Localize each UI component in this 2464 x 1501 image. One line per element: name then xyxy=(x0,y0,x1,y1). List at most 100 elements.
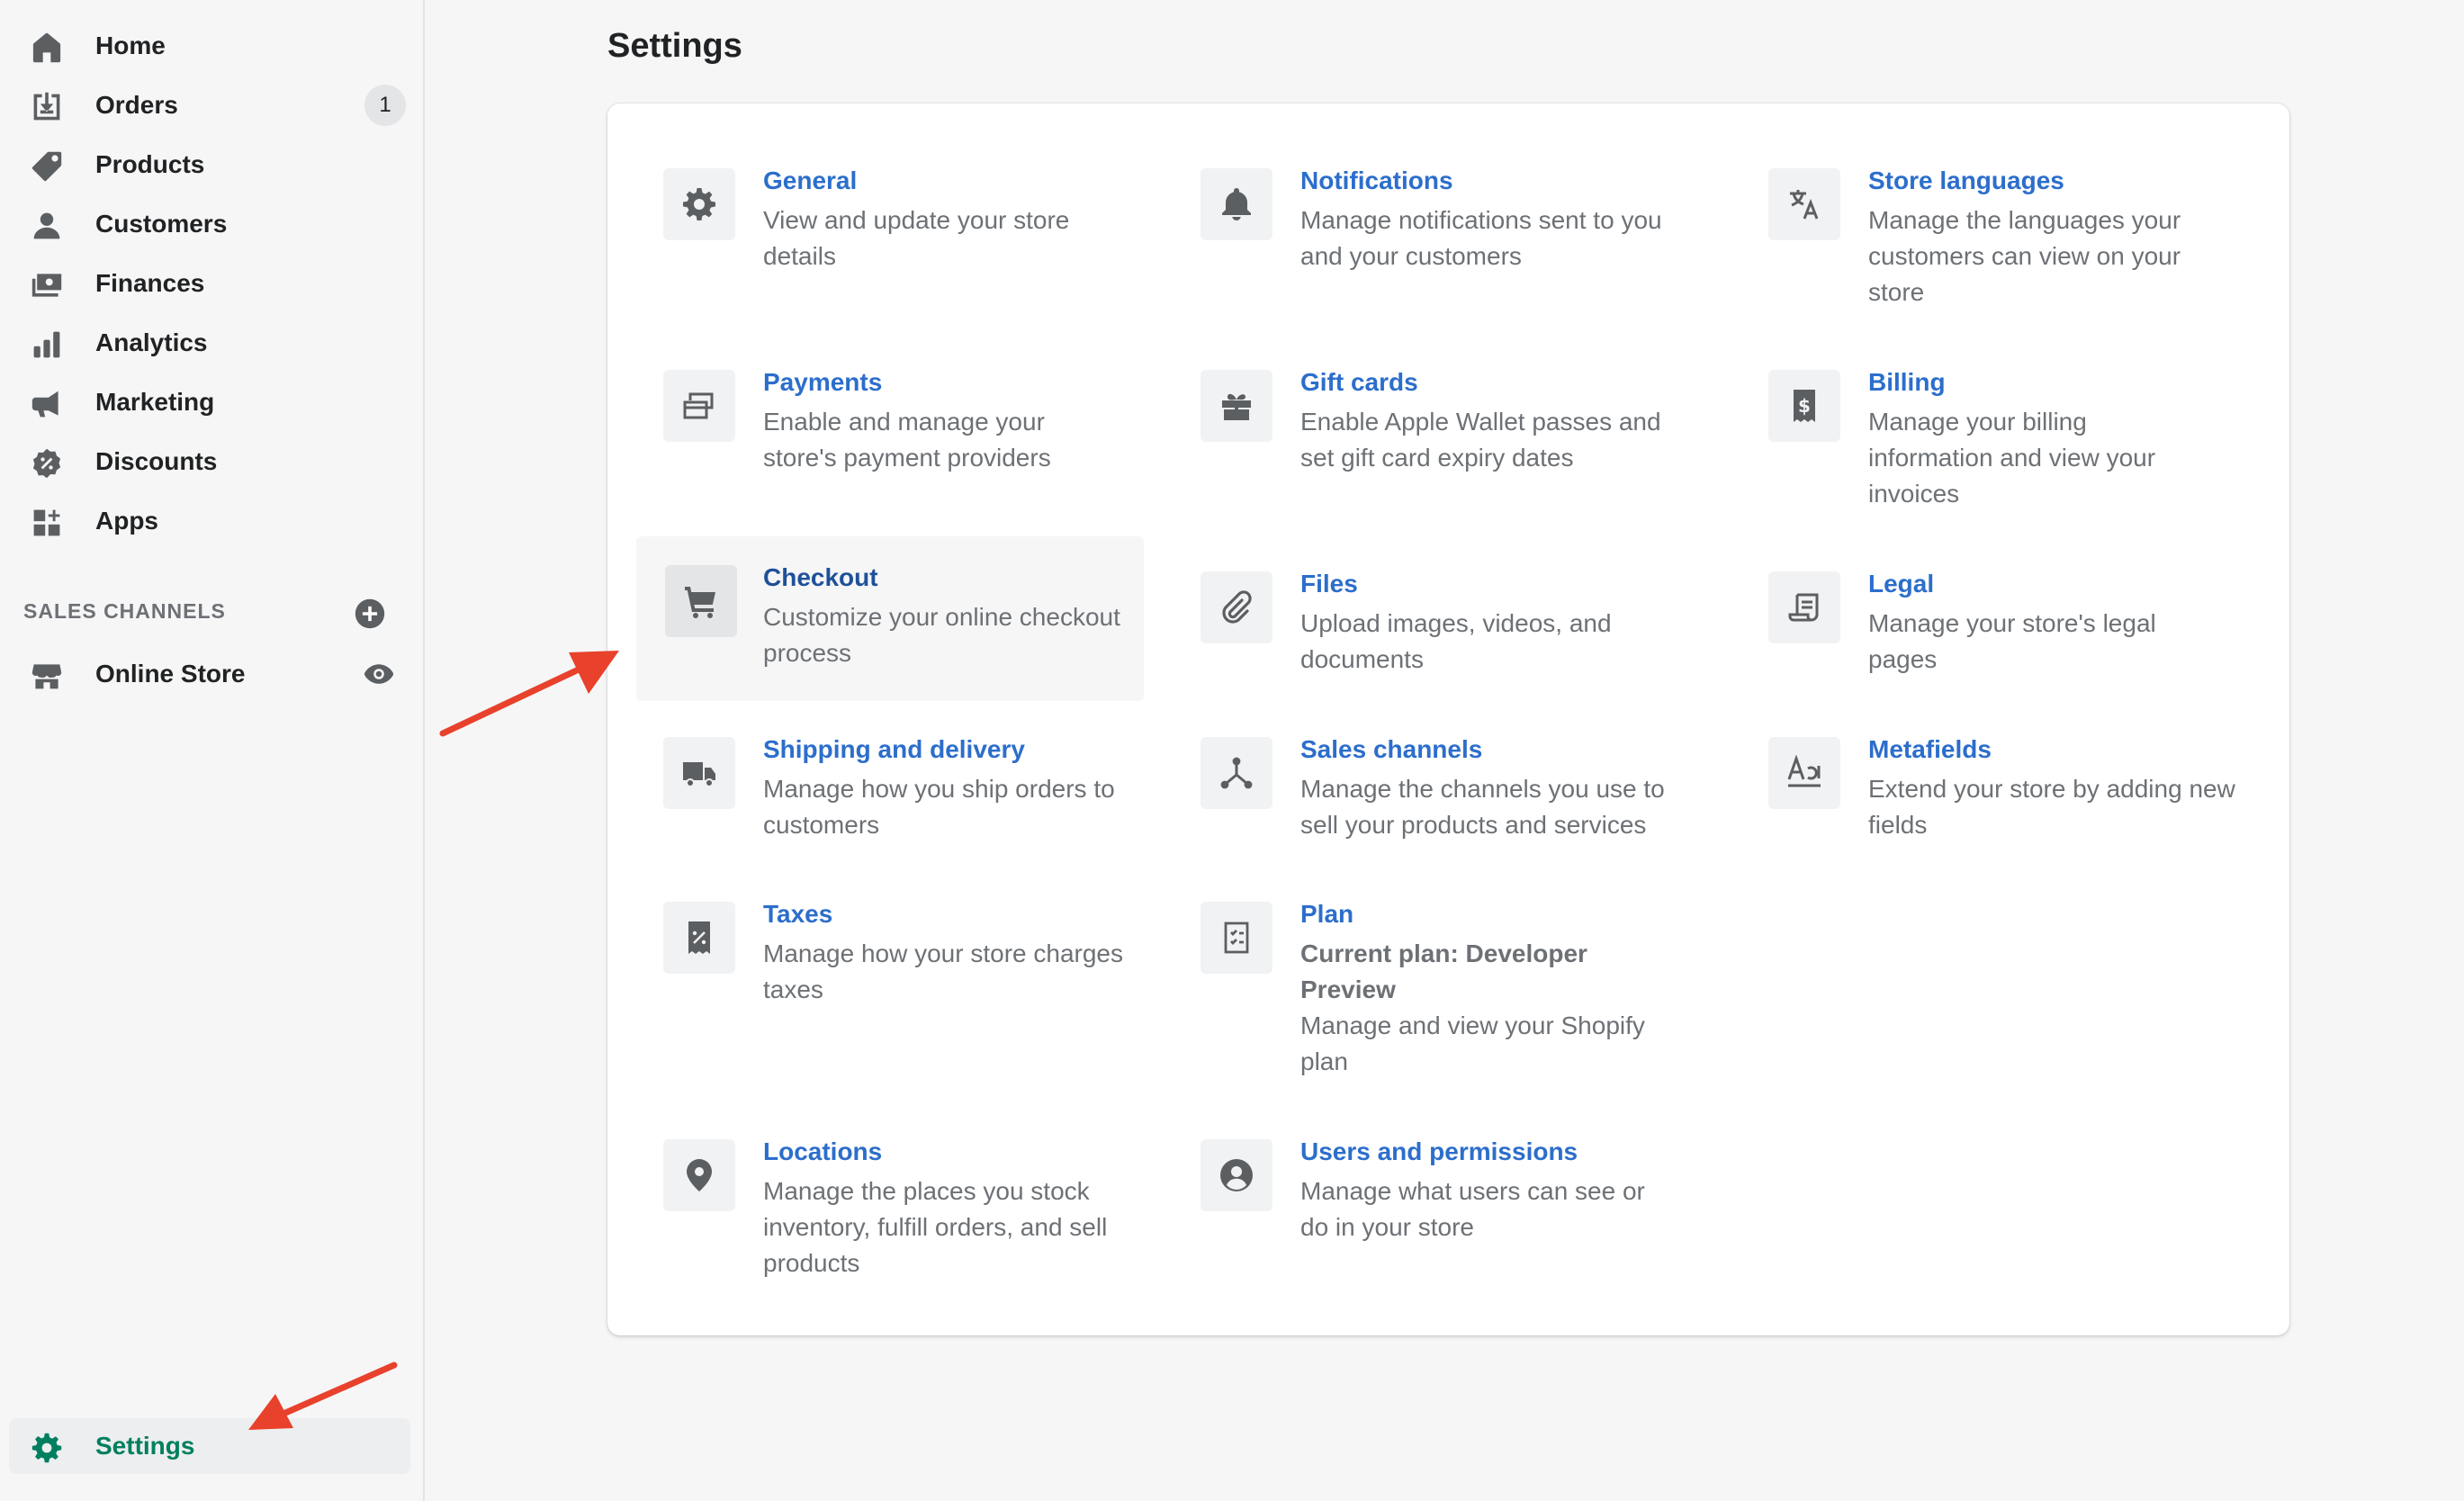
setting-description: Extend your store by adding new fields xyxy=(1868,775,2235,839)
setting-description: Manage the languages your customers can … xyxy=(1868,206,2181,306)
eye-icon[interactable] xyxy=(363,658,395,690)
setting-description: Manage the channels you use to sell your… xyxy=(1300,775,1665,839)
setting-description-text: Manage and view your Shopify plan xyxy=(1300,1011,1645,1075)
setting-description: Enable Apple Wallet passes and set gift … xyxy=(1300,408,1661,472)
user-circle-icon xyxy=(1201,1139,1272,1211)
gift-icon xyxy=(1201,370,1272,442)
setting-store-languages[interactable]: Store languages Manage the languages you… xyxy=(1740,139,2244,346)
sidebar-item-finances[interactable]: Finances xyxy=(9,256,410,311)
setting-notifications[interactable]: Notifications Manage notifications sent … xyxy=(1172,139,1676,310)
sidebar-item-products[interactable]: Products xyxy=(9,137,410,193)
sidebar-item-label: Discounts xyxy=(95,447,218,475)
setting-payments[interactable]: Payments Enable and manage your store's … xyxy=(634,341,1138,512)
sidebar-item-label: Finances xyxy=(95,269,205,297)
setting-title: Sales channels xyxy=(1300,735,1483,763)
setting-title: Billing xyxy=(1868,368,1946,396)
orders-icon xyxy=(31,91,63,123)
annotation-arrow-checkout xyxy=(439,651,619,737)
bar-chart-icon xyxy=(31,328,63,361)
setting-description: Customize your online checkout process xyxy=(763,603,1120,667)
setting-description: Manage how your store charges taxes xyxy=(763,939,1123,1003)
setting-users-and-permissions[interactable]: Users and permissions Manage what users … xyxy=(1172,1110,1676,1281)
sidebar-item-label: Customers xyxy=(95,210,228,238)
setting-title: Locations xyxy=(763,1137,883,1165)
page-title: Settings xyxy=(607,27,742,65)
setting-sales-channels[interactable]: Sales channels Manage the channels you u… xyxy=(1172,708,1676,861)
setting-title: Payments xyxy=(763,368,883,396)
paperclip-icon xyxy=(1201,571,1272,643)
store-icon xyxy=(31,660,63,692)
gear-icon xyxy=(31,1432,63,1464)
setting-shipping-and-delivery[interactable]: Shipping and delivery Manage how you shi… xyxy=(634,708,1138,861)
setting-title: Notifications xyxy=(1300,166,1453,194)
setting-metafields[interactable]: Metafields Extend your store by adding n… xyxy=(1740,708,2244,861)
setting-title: Shipping and delivery xyxy=(763,735,1025,763)
gear-icon xyxy=(663,168,735,240)
setting-description: Current plan: Developer Preview Manage a… xyxy=(1300,936,1678,1080)
billing-icon: $ xyxy=(1768,370,1840,442)
setting-description: Manage your store's legal pages xyxy=(1868,609,2156,673)
settings-card: General View and update your store detai… xyxy=(607,103,2289,1335)
svg-text:$: $ xyxy=(1798,395,1811,417)
sidebar-item-settings[interactable]: Settings xyxy=(9,1418,410,1474)
current-plan-label: Current plan: Developer Preview xyxy=(1300,939,1587,1003)
setting-description: View and update your store details xyxy=(763,206,1070,270)
setting-legal[interactable]: Legal Manage your store's legal pages xyxy=(1740,543,2244,696)
sidebar-item-label: Settings xyxy=(95,1432,195,1460)
setting-description: Manage notifications sent to you and you… xyxy=(1300,206,1662,270)
taxes-icon xyxy=(663,902,735,974)
setting-plan[interactable]: Plan Current plan: Developer Preview Man… xyxy=(1172,873,1676,1080)
setting-title: Legal xyxy=(1868,570,1935,598)
sidebar-item-home[interactable]: Home xyxy=(9,18,410,74)
setting-description: Enable and manage your store's payment p… xyxy=(763,408,1051,472)
sidebar: Home Orders 1 Products Customers Finance… xyxy=(0,0,425,1501)
sidebar-item-orders[interactable]: Orders 1 xyxy=(9,77,410,133)
sidebar-item-apps[interactable]: Apps xyxy=(9,493,410,549)
setting-checkout[interactable]: Checkout Customize your online checkout … xyxy=(636,536,1144,701)
sidebar-item-label: Orders xyxy=(95,91,178,119)
setting-taxes[interactable]: Taxes Manage how your store charges taxe… xyxy=(634,873,1138,1053)
sidebar-item-marketing[interactable]: Marketing xyxy=(9,374,410,430)
setting-title: Plan xyxy=(1300,900,1354,928)
translate-icon xyxy=(1768,168,1840,240)
setting-locations[interactable]: Locations Manage the places you stock in… xyxy=(634,1110,1138,1317)
home-icon xyxy=(31,31,63,64)
orders-count-badge: 1 xyxy=(364,85,406,126)
legal-icon xyxy=(1768,571,1840,643)
truck-icon xyxy=(663,737,735,809)
sidebar-item-discounts[interactable]: Discounts xyxy=(9,434,410,490)
tag-icon xyxy=(31,150,63,183)
plan-icon xyxy=(1201,902,1272,974)
setting-files[interactable]: Files Upload images, videos, and documen… xyxy=(1172,543,1676,696)
sidebar-item-label: Marketing xyxy=(95,388,215,416)
sidebar-item-analytics[interactable]: Analytics xyxy=(9,315,410,371)
setting-title: Files xyxy=(1300,570,1358,598)
sidebar-item-label: Home xyxy=(95,31,166,59)
setting-description: Manage how you ship orders to customers xyxy=(763,775,1115,839)
sales-channels-heading: SALES CHANNELS xyxy=(23,599,226,623)
setting-billing[interactable]: $ Billing Manage your billing informatio… xyxy=(1740,341,2244,548)
sidebar-item-label: Online Store xyxy=(95,660,246,688)
sidebar-item-online-store[interactable]: Online Store xyxy=(9,646,410,702)
setting-title: Taxes xyxy=(763,900,833,928)
setting-gift-cards[interactable]: Gift cards Enable Apple Wallet passes an… xyxy=(1172,341,1676,512)
megaphone-icon xyxy=(31,388,63,420)
setting-description: Upload images, videos, and documents xyxy=(1300,609,1612,673)
setting-title: Checkout xyxy=(763,563,878,591)
sidebar-item-label: Products xyxy=(95,150,205,178)
setting-description: Manage your billing information and view… xyxy=(1868,408,2156,508)
add-sales-channel-icon[interactable] xyxy=(354,598,386,630)
sidebar-item-label: Apps xyxy=(95,507,158,535)
payments-icon xyxy=(663,370,735,442)
setting-general[interactable]: General View and update your store detai… xyxy=(634,139,1138,310)
setting-description: Manage what users can see or do in your … xyxy=(1300,1177,1645,1241)
apps-icon xyxy=(31,507,63,539)
metafields-icon xyxy=(1768,737,1840,809)
discount-icon xyxy=(31,447,63,480)
setting-title: Store languages xyxy=(1868,166,2064,194)
person-icon xyxy=(31,210,63,242)
sidebar-item-label: Analytics xyxy=(95,328,208,356)
finances-icon xyxy=(31,269,63,301)
sidebar-item-customers[interactable]: Customers xyxy=(9,196,410,252)
channels-icon xyxy=(1201,737,1272,809)
